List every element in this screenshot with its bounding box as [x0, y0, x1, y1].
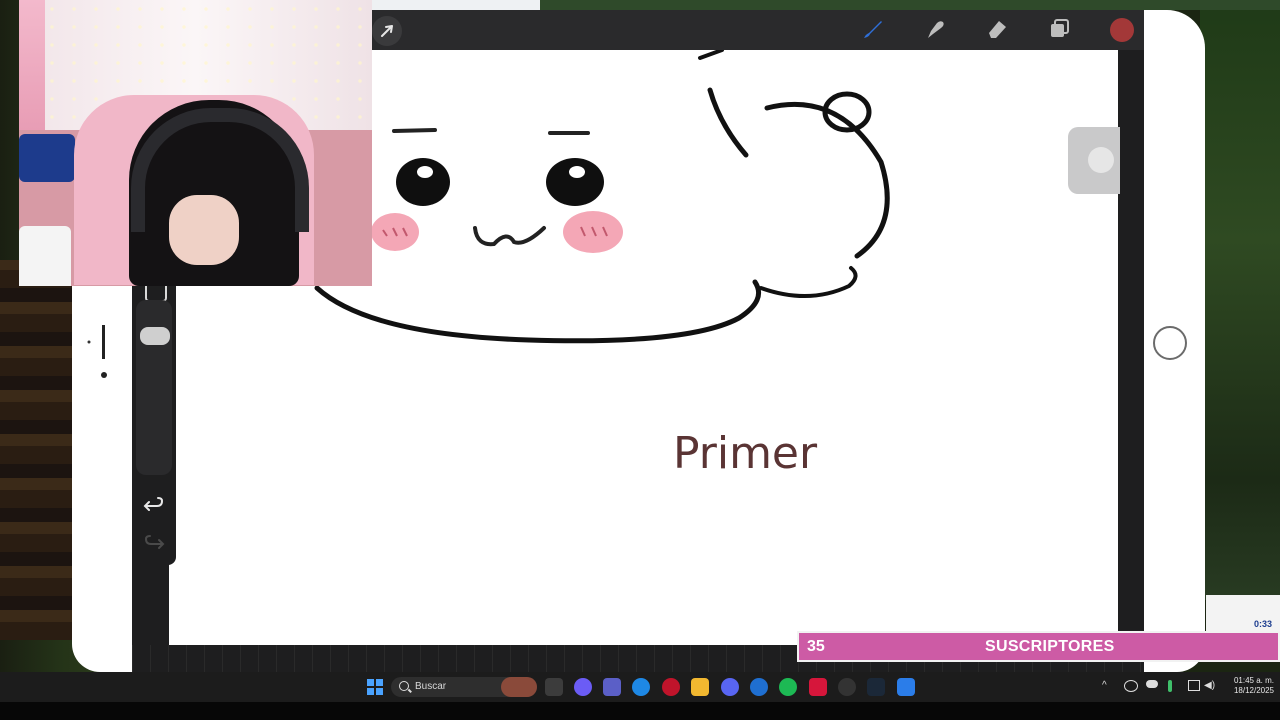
search-icon — [399, 681, 409, 691]
taskbar-clock[interactable]: 01:45 a. m. 18/12/2025 — [1222, 676, 1274, 696]
windows-start-icon[interactable] — [366, 678, 384, 696]
obs-icon[interactable] — [838, 678, 856, 696]
subscriber-count: 35 — [807, 637, 825, 655]
subscriber-goal-bar: 35 SUSCRIPTORES — [797, 631, 1280, 662]
webcam-overlay — [19, 0, 372, 286]
network-icon[interactable] — [1188, 680, 1200, 691]
webcam-bag — [19, 134, 75, 182]
background-top-light — [372, 0, 540, 10]
chevron-up-icon[interactable]: ^ — [1102, 680, 1107, 691]
home-button[interactable] — [1153, 326, 1187, 360]
undo-icon[interactable] — [143, 494, 167, 518]
subscriber-label: SUSCRIPTORES — [985, 637, 1115, 655]
opera-gx-icon[interactable] — [809, 678, 827, 696]
background-right — [1200, 0, 1280, 600]
slider-thumb[interactable] — [140, 327, 170, 345]
handwritten-text: Primer — [673, 428, 818, 479]
file-explorer-icon[interactable] — [691, 678, 709, 696]
taskbar-search[interactable]: Buscar — [391, 677, 537, 697]
redo-icon[interactable] — [143, 532, 167, 556]
brush-icon[interactable] — [860, 16, 886, 42]
search-input[interactable]: Buscar — [415, 681, 446, 692]
background-top — [540, 0, 1280, 10]
layers-icon[interactable] — [1046, 16, 1072, 42]
search-highlight-image — [501, 677, 537, 697]
steam-icon[interactable] — [867, 678, 885, 696]
mini-timer-panel: 0:33 — [1206, 595, 1280, 631]
webcam-tree — [19, 0, 45, 130]
app-store-icon[interactable] — [897, 678, 915, 696]
discord-icon[interactable] — [721, 678, 739, 696]
store-icon[interactable] — [545, 678, 563, 696]
color-picker-swatch[interactable] — [1110, 18, 1134, 42]
timer-text: 0:33 — [1253, 619, 1272, 629]
cursor-icon[interactable] — [372, 16, 402, 46]
assistive-touch-button[interactable] — [1068, 127, 1120, 194]
cloud-icon[interactable] — [1146, 680, 1158, 688]
microphone-icon[interactable] — [1168, 680, 1172, 692]
size-indicator — [86, 325, 116, 385]
smudge-icon[interactable] — [922, 16, 948, 42]
volume-icon[interactable]: ◀) — [1204, 680, 1215, 691]
clock-date: 18/12/2025 — [1233, 686, 1274, 695]
eraser-icon[interactable] — [984, 16, 1010, 42]
edge-icon[interactable] — [632, 678, 650, 696]
spotify-icon[interactable] — [779, 678, 797, 696]
procreate-toolbar — [372, 10, 1144, 50]
copilot-icon[interactable] — [574, 678, 592, 696]
screen-bottom-edge — [0, 702, 1280, 720]
background-left-strip — [0, 260, 72, 640]
webcam-cup — [19, 226, 71, 286]
opera-icon[interactable] — [662, 678, 680, 696]
sync-icon[interactable] — [1124, 680, 1138, 692]
teams-icon[interactable] — [603, 678, 621, 696]
clock-time: 01:45 a. m. — [1233, 676, 1274, 685]
app-icon[interactable] — [750, 678, 768, 696]
